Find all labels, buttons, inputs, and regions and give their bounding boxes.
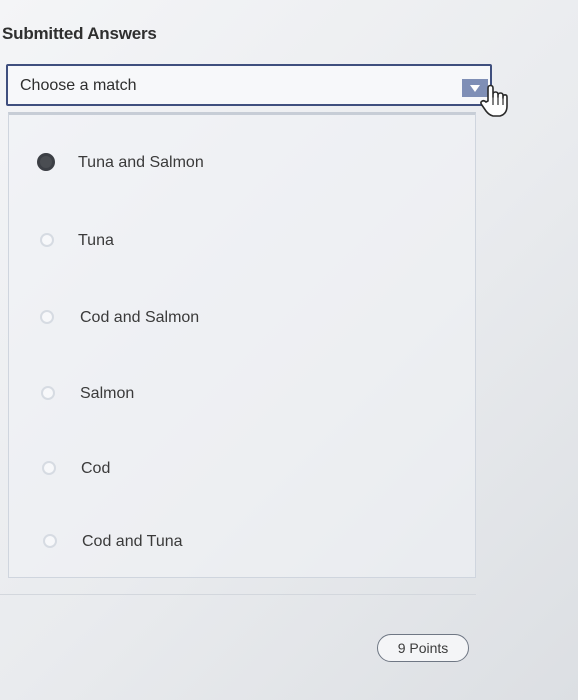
dropdown-selected-value: Choose a match [20,77,137,94]
option-label: Salmon [80,385,135,402]
radio-unselected-icon[interactable] [40,233,54,247]
section-title: Submitted Answers [2,24,157,43]
option-tuna[interactable]: Tuna [9,229,469,255]
option-tuna-and-salmon[interactable]: Tuna and Salmon [9,151,469,177]
radio-unselected-icon[interactable] [42,461,56,475]
radio-unselected-icon[interactable] [40,310,54,324]
options-list: Tuna and Salmon Tuna Cod and Salmon Salm… [8,112,476,578]
option-cod[interactable]: Cod [9,457,469,483]
option-label: Cod and Salmon [80,309,200,326]
radio-unselected-icon[interactable] [41,386,55,400]
hand-pointer-cursor-icon [479,84,509,118]
match-dropdown[interactable]: Choose a match [6,64,492,106]
option-label: Tuna [78,232,114,249]
radio-selected-icon[interactable] [37,153,55,171]
option-cod-and-salmon[interactable]: Cod and Salmon [9,306,469,332]
option-label: Cod [81,460,111,477]
radio-unselected-icon[interactable] [43,534,57,548]
option-salmon[interactable]: Salmon [9,382,469,408]
option-label: Cod and Tuna [82,533,183,550]
divider [0,594,476,595]
option-cod-and-tuna[interactable]: Cod and Tuna [9,530,469,556]
option-label: Tuna and Salmon [78,154,204,171]
points-badge: 9 Points [377,634,469,662]
